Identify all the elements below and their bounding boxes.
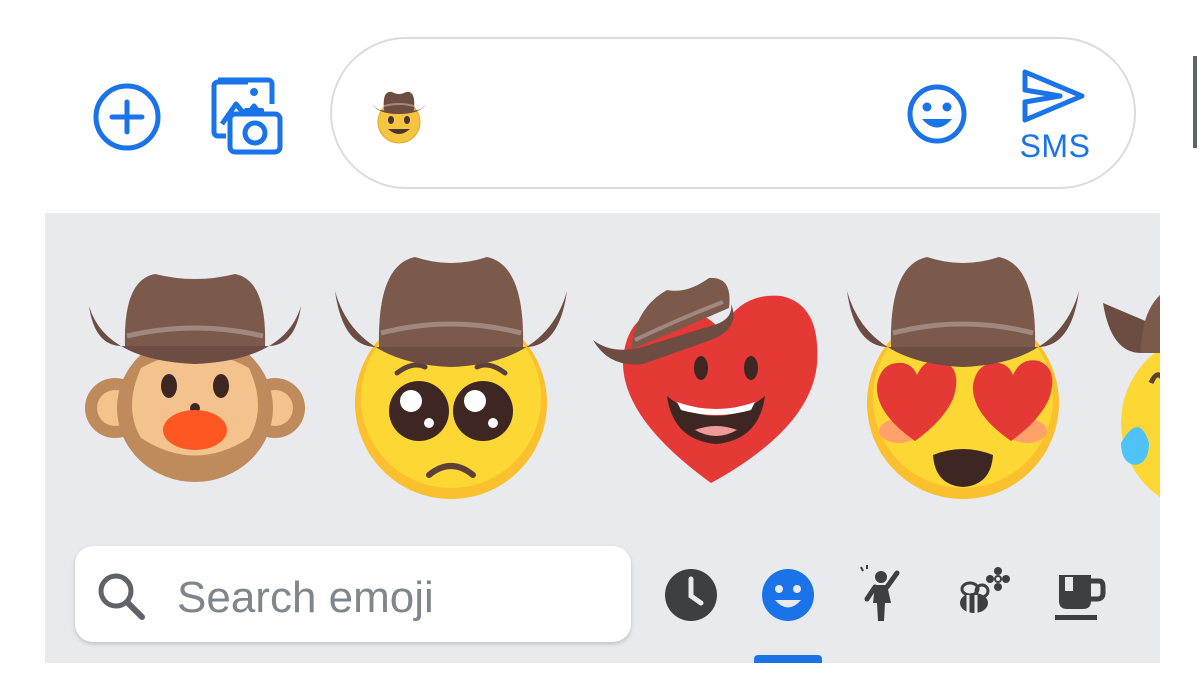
bee-flower-icon [960, 567, 1010, 613]
clock-icon [665, 569, 717, 621]
coffee-cup-icon [1055, 575, 1106, 620]
tab-smileys[interactable] [758, 565, 818, 625]
window-edge [1193, 56, 1197, 148]
search-placeholder: Search emoji [177, 573, 434, 622]
send-arrow-icon [1022, 69, 1085, 123]
add-circle-icon [93, 83, 161, 151]
smiley-filled-icon [762, 569, 814, 621]
cowboy-face-icon [372, 91, 426, 144]
send-sms-button[interactable]: SMS [1010, 66, 1100, 166]
image-camera-icon [211, 77, 283, 155]
cowboy-crying-icon [1103, 295, 1160, 498]
tab-animals-nature[interactable] [952, 565, 1012, 625]
emoji-kitchen-panel: Search emoji [45, 213, 1160, 663]
send-label: SMS [1019, 128, 1091, 164]
tab-people[interactable] [855, 565, 915, 625]
tab-recent[interactable] [661, 565, 721, 625]
sticker-cowboy-pleading[interactable] [333, 253, 569, 503]
sticker-cowboy-crying[interactable] [1101, 283, 1160, 513]
cowboy-pleading-icon [335, 257, 567, 499]
active-tab-indicator [754, 655, 822, 663]
draft-cowboy-emoji [370, 84, 428, 146]
emoji-picker-button[interactable] [905, 82, 969, 146]
gallery-camera-button[interactable] [208, 74, 284, 156]
sticker-cowboy-heart[interactable] [591, 268, 821, 488]
sticker-cowboy-heart-eyes[interactable] [845, 253, 1081, 503]
add-attachment-button[interactable] [92, 82, 162, 152]
tab-food-drink[interactable] [1049, 565, 1109, 625]
cowboy-heart-eyes-icon [847, 257, 1079, 499]
smiley-icon [907, 84, 967, 144]
cowboy-monkey-icon [85, 274, 305, 482]
emoji-search-bar[interactable]: Search emoji [75, 546, 631, 642]
search-icon [98, 573, 145, 620]
sticker-cowboy-monkey[interactable] [85, 268, 305, 483]
cowboy-heart-icon [593, 277, 818, 483]
waving-person-icon [860, 565, 900, 621]
